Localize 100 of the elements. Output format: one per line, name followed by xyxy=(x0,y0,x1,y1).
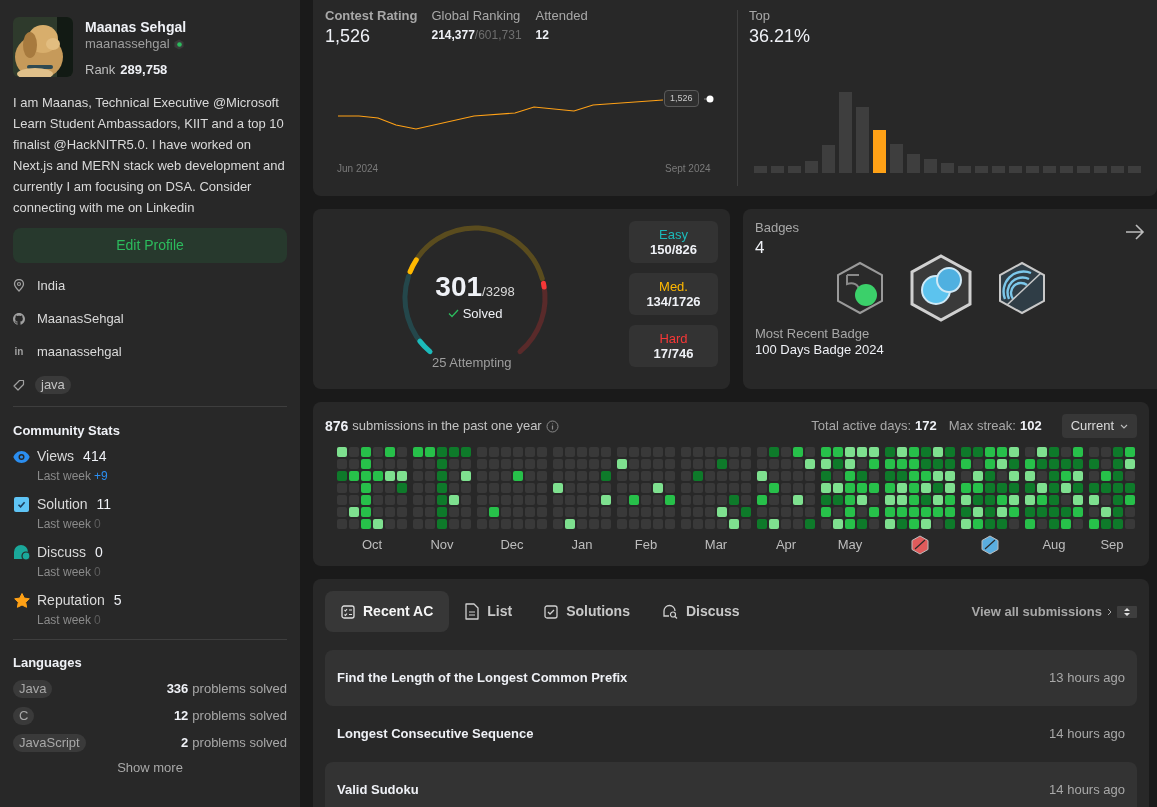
profile-link[interactable]: India xyxy=(37,275,66,296)
stat-label: Global Ranking xyxy=(431,7,522,25)
submission-row[interactable]: Valid Sudoku 14 hours ago xyxy=(325,762,1137,807)
stat-sublabel: Last week xyxy=(37,468,92,485)
username: maanassehgal xyxy=(85,36,170,52)
stat-label: Max streak: xyxy=(948,417,1016,436)
badge-icon[interactable] xyxy=(981,535,999,555)
solved-label: problems solved xyxy=(192,679,287,698)
language-tag: JavaScript xyxy=(13,733,86,752)
stat-change: +9 xyxy=(94,468,108,485)
month-label: Mar xyxy=(704,536,728,555)
tag-icon xyxy=(13,378,25,391)
global-total: /601,731 xyxy=(474,27,522,44)
rating-value: 1,526 xyxy=(325,25,372,47)
histogram-bar xyxy=(873,130,886,173)
profile-link[interactable]: MaanasSehgal xyxy=(37,308,124,329)
view-all-link[interactable]: View all submissions xyxy=(971,601,1112,622)
solved-label: Solved xyxy=(462,305,503,323)
stat-sublabel: Last week xyxy=(37,516,92,533)
month-label: Nov xyxy=(430,536,454,555)
stat-label: Contest Rating xyxy=(325,7,418,25)
tab[interactable]: Discuss xyxy=(645,591,756,632)
solved-label: problems solved xyxy=(192,733,287,752)
month-label: Apr xyxy=(775,536,797,555)
axis-label: Sept 2024 xyxy=(665,162,711,176)
problem-title[interactable]: Valid Sudoku xyxy=(337,780,419,800)
difficulty-count: 134/1726 xyxy=(646,293,701,310)
check-icon xyxy=(447,309,459,319)
arrow-right-icon[interactable] xyxy=(1125,223,1145,241)
submission-time: 13 hours ago xyxy=(1049,669,1125,688)
stat-sublabel: Last week xyxy=(37,564,92,581)
difficulty-count: 17/746 xyxy=(653,345,694,362)
tab[interactable]: Solutions xyxy=(528,591,646,632)
top-percent: 36.21% xyxy=(749,25,812,47)
document-icon xyxy=(465,603,480,620)
problem-title[interactable]: Longest Consecutive Sequence xyxy=(337,724,534,744)
stat-label: Reputation xyxy=(37,591,105,610)
badge-icon[interactable] xyxy=(909,254,973,322)
month-label: May xyxy=(837,536,863,555)
chevron-right-icon xyxy=(1107,607,1112,616)
solved-count: 12 xyxy=(173,706,189,725)
star-icon xyxy=(13,593,30,608)
range-dropdown[interactable]: Current xyxy=(1061,414,1137,438)
skill-tag[interactable]: java xyxy=(35,375,71,394)
chat-search-icon xyxy=(661,604,678,619)
submission-row[interactable]: Find the Length of the Longest Common Prefix 13 hours ago xyxy=(325,650,1137,706)
tab[interactable]: List xyxy=(449,591,529,632)
profile-bio: I am Maanas, Technical Executive @Microsoft Learn Student Ambassadors, KIIT and a top 10 finalist @HackNITR5.0. I have worked on Next.js and MERN stack web development and currently I am focusing on DSA. Consider connecting with me on Linkedin xyxy=(13,93,286,217)
location-pin-icon xyxy=(13,279,25,292)
active-days: 172 xyxy=(915,416,937,436)
hexagon-icon xyxy=(173,38,184,50)
stat-sublabel: Last week xyxy=(37,612,92,629)
sort-icon[interactable] xyxy=(1117,605,1137,618)
total-count: /3298 xyxy=(482,284,515,301)
info-icon[interactable] xyxy=(545,419,559,433)
chart-point[interactable] xyxy=(706,95,714,103)
language-tag: C xyxy=(13,706,35,725)
profile-name: Maanas Sehgal xyxy=(85,18,187,36)
month-label: Oct xyxy=(361,536,383,555)
month-label: Jan xyxy=(571,536,593,555)
show-more-link[interactable]: Show more xyxy=(117,757,183,777)
check-square-icon xyxy=(544,604,559,619)
stat-label: Discuss xyxy=(37,543,86,562)
badge-icon[interactable] xyxy=(997,261,1047,315)
axis-label: Jun 2024 xyxy=(337,162,379,176)
submission-time: 14 hours ago xyxy=(1049,781,1125,800)
badge-icon[interactable] xyxy=(835,261,885,315)
submission-count: 876 xyxy=(325,416,349,436)
max-streak: 102 xyxy=(1019,417,1042,436)
submission-label: submissions in the past one year xyxy=(352,417,542,436)
submission-time: 14 hours ago xyxy=(1049,725,1125,744)
tab[interactable]: Recent AC xyxy=(325,591,450,632)
stat-value: 0 xyxy=(95,543,103,562)
leader-line xyxy=(703,98,710,100)
section-title: Languages xyxy=(13,654,83,671)
chevron-down-icon xyxy=(1120,423,1128,429)
solved-count: 336 xyxy=(166,679,189,698)
profile-link[interactable]: maanassehgal xyxy=(37,341,122,362)
difficulty-label: Med. xyxy=(659,278,688,294)
edit-profile-button[interactable]: Edit Profile xyxy=(13,227,287,263)
section-title: Community Stats xyxy=(13,422,121,439)
eye-icon xyxy=(13,450,30,463)
stat-label: Top xyxy=(749,7,771,25)
submission-row[interactable]: Longest Consecutive Sequence 14 hours ago xyxy=(325,706,1137,762)
global-rank: 214,377 xyxy=(431,27,475,44)
recent-badge-name: 100 Days Badge 2024 xyxy=(755,342,884,358)
stat-label: Attended xyxy=(535,7,588,25)
stat-label: Total active days: xyxy=(811,417,912,436)
difficulty-label: Easy xyxy=(659,226,688,242)
checklist-icon xyxy=(341,604,355,619)
badges-label: Badges xyxy=(755,220,800,236)
checkbox-icon xyxy=(14,497,29,512)
month-label: Sep xyxy=(1100,536,1124,555)
badge-icon[interactable] xyxy=(911,535,929,555)
attempting-label: 25 Attempting xyxy=(432,354,512,372)
problem-title[interactable]: Find the Length of the Longest Common Prefix xyxy=(337,668,628,688)
rating-tooltip: 1,526 xyxy=(664,90,699,107)
stat-value: 5 xyxy=(113,591,122,610)
linkedin-icon: in xyxy=(14,344,24,359)
solved-count: 2 xyxy=(181,733,189,752)
